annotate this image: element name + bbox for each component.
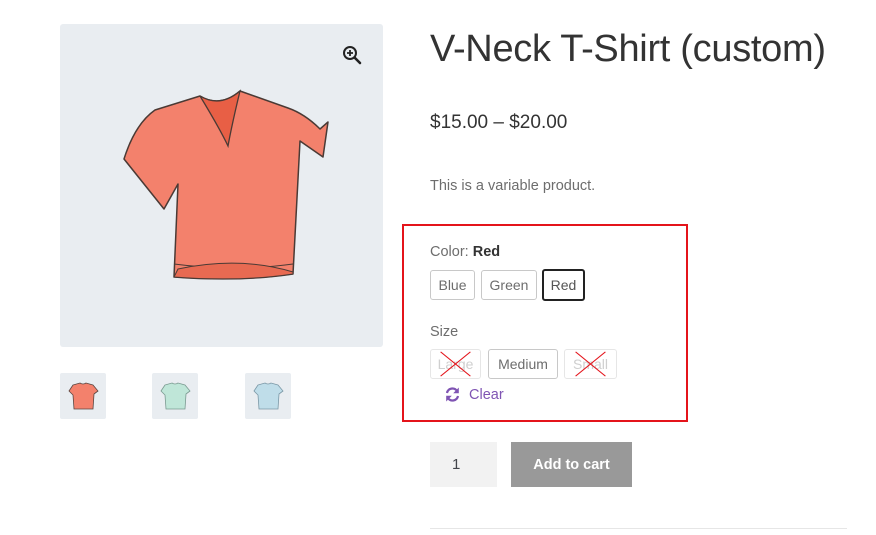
swatch-label: Red xyxy=(550,277,577,293)
zoom-in-icon[interactable] xyxy=(341,44,363,66)
swatch-label: Large xyxy=(437,356,474,372)
color-label-text: Color: xyxy=(430,244,469,260)
red-vneck-shirt-image xyxy=(123,89,329,280)
product-price: $15.00 – $20.00 xyxy=(430,112,568,133)
color-attribute-label: Color: Red xyxy=(430,244,500,260)
color-swatch-red[interactable]: Red xyxy=(542,269,585,301)
size-swatch-small[interactable]: Small xyxy=(564,349,617,379)
swatch-label: Green xyxy=(489,277,529,293)
red-shirt-thumbnail[interactable] xyxy=(60,373,106,419)
blue-shirt-thumbnail-image xyxy=(253,382,284,410)
clear-selection-link[interactable]: Clear xyxy=(444,386,504,403)
swatch-label: Medium xyxy=(498,356,548,372)
product-main-image[interactable] xyxy=(60,24,383,347)
add-to-cart-button[interactable]: Add to cart xyxy=(511,442,632,487)
clear-label: Clear xyxy=(469,386,504,403)
color-swatch-green[interactable]: Green xyxy=(481,270,537,300)
green-shirt-thumbnail-image xyxy=(160,382,191,410)
color-swatch-blue[interactable]: Blue xyxy=(430,270,475,300)
section-divider xyxy=(430,528,847,529)
size-attribute-label: Size xyxy=(430,324,459,340)
product-description: This is a variable product. xyxy=(430,178,596,194)
color-selected-value: Red xyxy=(472,244,501,260)
swatch-label: Blue xyxy=(438,277,467,293)
size-swatch-large[interactable]: Large xyxy=(430,349,481,379)
quantity-input[interactable] xyxy=(430,442,497,487)
size-swatch-medium[interactable]: Medium xyxy=(488,349,558,379)
refresh-icon xyxy=(445,387,460,402)
swatch-label: Small xyxy=(572,356,608,372)
green-shirt-thumbnail[interactable] xyxy=(152,373,198,419)
red-shirt-thumbnail-image xyxy=(68,382,99,410)
blue-shirt-thumbnail[interactable] xyxy=(245,373,291,419)
product-title: V-Neck T-Shirt (custom) xyxy=(430,28,826,70)
